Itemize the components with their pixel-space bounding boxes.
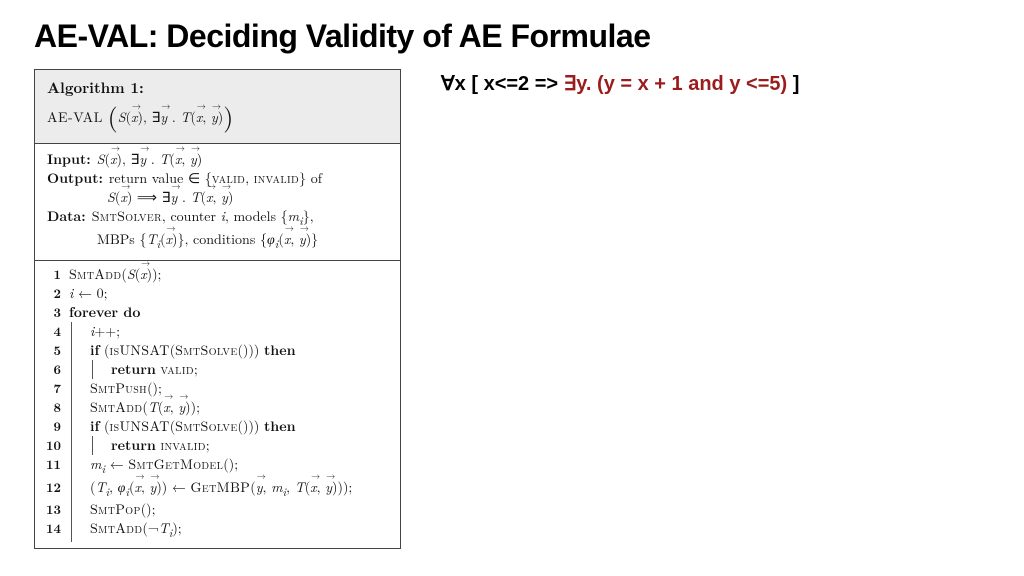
line-code: return valid; bbox=[69, 360, 390, 379]
line-code: forever do bbox=[69, 303, 390, 322]
algo-step: 10return invalid; bbox=[35, 436, 400, 455]
line-code: SmtAdd(T(x, y)); bbox=[69, 398, 390, 417]
algo-step: 6return valid; bbox=[35, 360, 400, 379]
algo-step: 14SmtAdd(¬Ti); bbox=[35, 519, 400, 542]
line-number: 7 bbox=[41, 379, 69, 397]
data-val-l1: SmtSolver, counter i, models {mi}, bbox=[92, 207, 388, 230]
output-val-l2: S(x) ⟹ ∃y . T(x, y) bbox=[47, 188, 388, 207]
line-code: (Ti, φi(x, y)) ← GetMBP(y, mi, T(x, y)))… bbox=[69, 478, 390, 501]
line-number: 11 bbox=[41, 455, 69, 473]
line-number: 5 bbox=[41, 341, 69, 359]
algorithm-header: Algorithm 1: AE-VAL (S(x), ∃y . T(x, y)) bbox=[35, 70, 400, 144]
data-val-l2: MBPs {Ti(x)}, conditions {φi(x, y)} bbox=[47, 230, 388, 253]
line-number: 2 bbox=[41, 284, 69, 302]
input-val: S(x), ∃y . T(x, y) bbox=[97, 150, 388, 169]
algo-step: 2i ← 0; bbox=[35, 284, 400, 303]
algo-step: 1SmtAdd(S(x)); bbox=[35, 265, 400, 284]
line-number: 4 bbox=[41, 322, 69, 340]
algorithm-label: Algorithm 1: bbox=[47, 78, 388, 98]
line-number: 10 bbox=[41, 436, 69, 454]
algorithm-meta: Input: S(x), ∃y . T(x, y) Output: return… bbox=[35, 144, 400, 261]
algo-step: 11mi ← SmtGetModel(); bbox=[35, 455, 400, 478]
line-number: 14 bbox=[41, 519, 69, 537]
line-code: if (isUNSAT(SmtSolve())) then bbox=[69, 417, 390, 436]
formula-existential: ∃y. (y = x + 1 and y <=5) bbox=[564, 73, 788, 95]
line-number: 6 bbox=[41, 360, 69, 378]
line-number: 3 bbox=[41, 303, 69, 321]
algo-step: 12(Ti, φi(x, y)) ← GetMBP(y, mi, T(x, y)… bbox=[35, 478, 400, 501]
line-code: i ← 0; bbox=[69, 284, 390, 303]
line-code: mi ← SmtGetModel(); bbox=[69, 455, 390, 478]
algo-step: 13SmtPop(); bbox=[35, 500, 400, 519]
algo-step: 4i++; bbox=[35, 322, 400, 341]
line-code: SmtPop(); bbox=[69, 500, 390, 519]
algorithm-steps: 1SmtAdd(S(x));2i ← 0;3forever do4i++;5if… bbox=[35, 261, 400, 548]
line-number: 9 bbox=[41, 417, 69, 435]
line-code: if (isUNSAT(SmtSolve())) then bbox=[69, 341, 390, 360]
algorithm-args: (S(x), ∃y . T(x, y)) bbox=[108, 107, 234, 127]
slide: AE-VAL: Deciding Validity of AE Formulae… bbox=[0, 0, 1024, 567]
data-key: Data: bbox=[47, 207, 92, 226]
page-title: AE-VAL: Deciding Validity of AE Formulae bbox=[34, 18, 990, 55]
algorithm-name: AE-VAL bbox=[47, 107, 103, 127]
formula-universal: ∀x [ x<=2 => bbox=[441, 73, 564, 95]
line-code: SmtAdd(S(x)); bbox=[69, 265, 390, 284]
input-key: Input: bbox=[47, 150, 97, 169]
line-number: 12 bbox=[41, 478, 69, 496]
algo-step: 9if (isUNSAT(SmtSolve())) then bbox=[35, 417, 400, 436]
line-code: SmtAdd(¬Ti); bbox=[69, 519, 390, 542]
algo-step: 8SmtAdd(T(x, y)); bbox=[35, 398, 400, 417]
algo-step: 5if (isUNSAT(SmtSolve())) then bbox=[35, 341, 400, 360]
algorithm-box: Algorithm 1: AE-VAL (S(x), ∃y . T(x, y))… bbox=[34, 69, 401, 549]
content-row: Algorithm 1: AE-VAL (S(x), ∃y . T(x, y))… bbox=[34, 69, 990, 549]
line-number: 13 bbox=[41, 500, 69, 518]
algorithm-signature: AE-VAL (S(x), ∃y . T(x, y)) bbox=[47, 98, 388, 133]
algo-step: 7SmtPush(); bbox=[35, 379, 400, 398]
formula-close: ] bbox=[787, 73, 799, 95]
formula: ∀x [ x<=2 => ∃y. (y = x + 1 and y <=5) ] bbox=[441, 69, 799, 96]
line-code: return invalid; bbox=[69, 436, 390, 455]
line-code: SmtPush(); bbox=[69, 379, 390, 398]
algo-step: 3forever do bbox=[35, 303, 400, 322]
output-val-l1: return value ∈ {valid, invalid} of bbox=[109, 169, 388, 188]
output-key: Output: bbox=[47, 169, 109, 188]
line-number: 1 bbox=[41, 265, 69, 283]
line-number: 8 bbox=[41, 398, 69, 416]
line-code: i++; bbox=[69, 322, 390, 341]
